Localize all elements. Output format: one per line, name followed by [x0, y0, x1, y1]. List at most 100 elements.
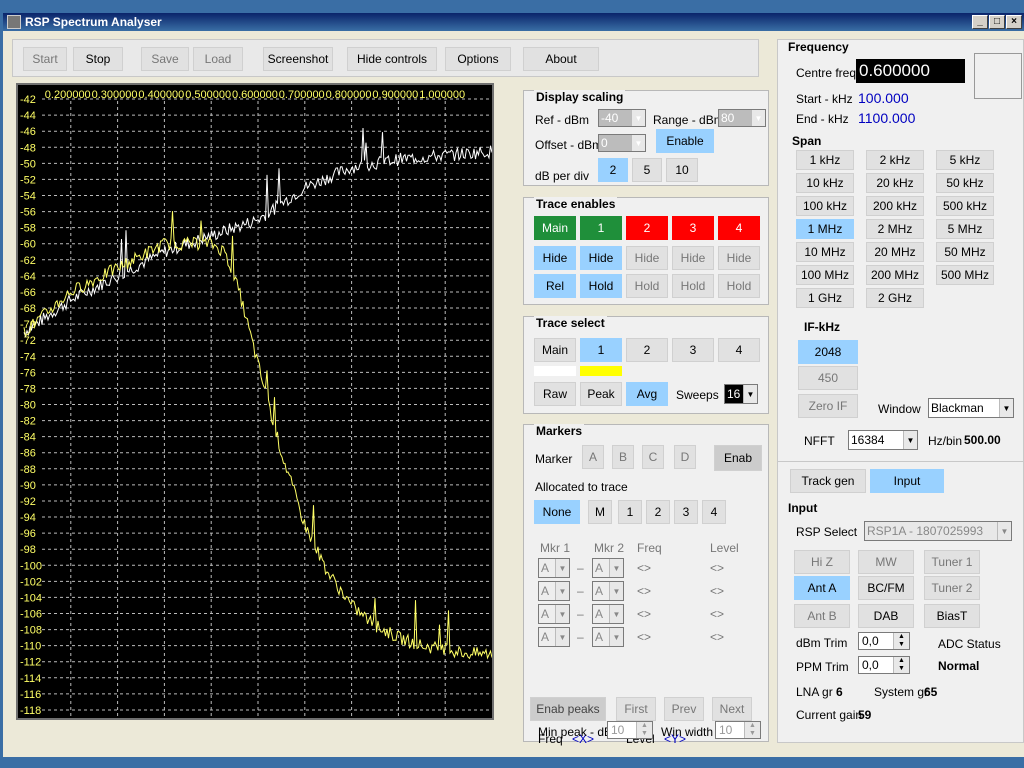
span-button[interactable]: 50 kHz: [936, 173, 994, 193]
mkr1-dropdown[interactable]: A ▼: [538, 558, 570, 578]
select-trace4-button[interactable]: 4: [718, 338, 760, 362]
about-button[interactable]: About: [523, 47, 599, 71]
marker-a-button[interactable]: A: [582, 445, 604, 469]
span-button[interactable]: 500 kHz: [936, 196, 994, 216]
load-button[interactable]: Load: [193, 47, 243, 71]
hide-trace3-button[interactable]: Hide: [672, 246, 714, 270]
alloc-none-button[interactable]: None: [534, 500, 580, 524]
hide-trace2-button[interactable]: Hide: [626, 246, 668, 270]
marker-d-button[interactable]: D: [674, 445, 696, 469]
spectrum-plot[interactable]: 0.200000 0.300000 0.400000 0.500000 0.600000…: [16, 83, 494, 720]
alloc-main-button[interactable]: M: [588, 500, 612, 524]
biast-button[interactable]: BiasT: [924, 604, 980, 628]
span-button[interactable]: 2 kHz: [866, 150, 924, 170]
db-per-div-2[interactable]: 2: [598, 158, 628, 182]
alloc-4-button[interactable]: 4: [702, 500, 726, 524]
alloc-3-button[interactable]: 3: [674, 500, 698, 524]
mkr2-dropdown[interactable]: A ▼: [592, 581, 624, 601]
zero-if-button[interactable]: Zero IF: [798, 394, 858, 418]
win-width-input[interactable]: 10 ▲ ▼: [715, 721, 761, 739]
dab-button[interactable]: DAB: [858, 604, 914, 628]
span-button[interactable]: 1 GHz: [796, 288, 854, 308]
prev-peak-button[interactable]: Prev: [664, 697, 704, 721]
if-450-button[interactable]: 450: [798, 366, 858, 390]
span-button[interactable]: 20 MHz: [866, 242, 924, 262]
span-button[interactable]: 2 GHz: [866, 288, 924, 308]
hold-trace1-button[interactable]: Hold: [580, 274, 622, 298]
db-per-div-10[interactable]: 10: [666, 158, 698, 182]
if-2048-button[interactable]: 2048: [798, 340, 858, 364]
mkr2-dropdown[interactable]: A ▼: [592, 604, 624, 624]
mkr1-dropdown[interactable]: A ▼: [538, 581, 570, 601]
dbm-trim-input[interactable]: 0,0 ▲ ▼: [858, 632, 910, 650]
tuner2-button[interactable]: Tuner 2: [924, 576, 980, 600]
span-button[interactable]: 5 MHz: [936, 219, 994, 239]
span-button[interactable]: 100 kHz: [796, 196, 854, 216]
span-button[interactable]: 5 kHz: [936, 150, 994, 170]
span-button[interactable]: 1 MHz: [796, 219, 854, 239]
save-button[interactable]: Save: [141, 47, 189, 71]
span-button[interactable]: 50 MHz: [936, 242, 994, 262]
raw-button[interactable]: Raw: [534, 382, 576, 406]
minimize-icon[interactable]: _: [972, 15, 988, 29]
range-dropdown[interactable]: 80 ▼: [718, 109, 766, 127]
ant-a-button[interactable]: Ant A: [794, 576, 850, 600]
marker-b-button[interactable]: B: [612, 445, 634, 469]
window-dropdown[interactable]: Blackman ▼: [928, 398, 1014, 418]
tuner1-button[interactable]: Tuner 1: [924, 550, 980, 574]
span-button[interactable]: 20 kHz: [866, 173, 924, 193]
enab-peaks-button[interactable]: Enab peaks: [530, 697, 606, 721]
peak-button[interactable]: Peak: [580, 382, 622, 406]
mkr1-dropdown[interactable]: A ▼: [538, 604, 570, 624]
hiz-button[interactable]: Hi Z: [794, 550, 850, 574]
ant-b-button[interactable]: Ant B: [794, 604, 850, 628]
min-peak-input[interactable]: 10 ▲ ▼: [607, 721, 653, 739]
enable-main-button[interactable]: Main: [534, 216, 576, 240]
maximize-icon[interactable]: □: [989, 15, 1005, 29]
marker-c-button[interactable]: C: [642, 445, 664, 469]
close-icon[interactable]: ×: [1006, 15, 1022, 29]
hold-trace2-button[interactable]: Hold: [626, 274, 668, 298]
start-button[interactable]: Start: [23, 47, 67, 71]
first-peak-button[interactable]: First: [616, 697, 656, 721]
span-button[interactable]: 200 MHz: [866, 265, 924, 285]
hold-trace4-button[interactable]: Hold: [718, 274, 760, 298]
input-tab[interactable]: Input: [870, 469, 944, 493]
sweeps-dropdown[interactable]: 16 ▼: [724, 384, 758, 404]
track-gen-tab[interactable]: Track gen: [790, 469, 866, 493]
hide-main-button[interactable]: Hide: [534, 246, 576, 270]
rel-button[interactable]: Rel: [534, 274, 576, 298]
mkr2-dropdown[interactable]: A ▼: [592, 627, 624, 647]
next-peak-button[interactable]: Next: [712, 697, 752, 721]
rsp-select-dropdown[interactable]: RSP1A - 1807025993 ▼: [864, 521, 1012, 541]
mkr2-dropdown[interactable]: A ▼: [592, 558, 624, 578]
enable-trace2-button[interactable]: 2: [626, 216, 668, 240]
span-button[interactable]: 2 MHz: [866, 219, 924, 239]
hide-controls-button[interactable]: Hide controls: [347, 47, 437, 71]
span-button[interactable]: 100 MHz: [796, 265, 854, 285]
bcfm-button[interactable]: BC/FM: [858, 576, 914, 600]
span-button[interactable]: 1 kHz: [796, 150, 854, 170]
enable-scaling-button[interactable]: Enable: [656, 129, 714, 153]
mw-button[interactable]: MW: [858, 550, 914, 574]
select-trace3-button[interactable]: 3: [672, 338, 714, 362]
ppm-trim-input[interactable]: 0,0 ▲ ▼: [858, 656, 910, 674]
alloc-1-button[interactable]: 1: [618, 500, 642, 524]
avg-button[interactable]: Avg: [626, 382, 668, 406]
alloc-2-button[interactable]: 2: [646, 500, 670, 524]
hold-trace3-button[interactable]: Hold: [672, 274, 714, 298]
centre-freq-input[interactable]: 0.600000: [856, 59, 965, 83]
options-button[interactable]: Options: [445, 47, 511, 71]
mkr1-dropdown[interactable]: A ▼: [538, 627, 570, 647]
span-button[interactable]: 500 MHz: [936, 265, 994, 285]
screenshot-button[interactable]: Screenshot: [263, 47, 333, 71]
enable-trace3-button[interactable]: 3: [672, 216, 714, 240]
select-main-button[interactable]: Main: [534, 338, 576, 362]
select-trace2-button[interactable]: 2: [626, 338, 668, 362]
span-button[interactable]: 10 kHz: [796, 173, 854, 193]
hide-trace4-button[interactable]: Hide: [718, 246, 760, 270]
db-per-div-5[interactable]: 5: [632, 158, 662, 182]
ref-dropdown[interactable]: -40 ▼: [598, 109, 646, 127]
span-button[interactable]: 10 MHz: [796, 242, 854, 262]
enable-trace1-button[interactable]: 1: [580, 216, 622, 240]
